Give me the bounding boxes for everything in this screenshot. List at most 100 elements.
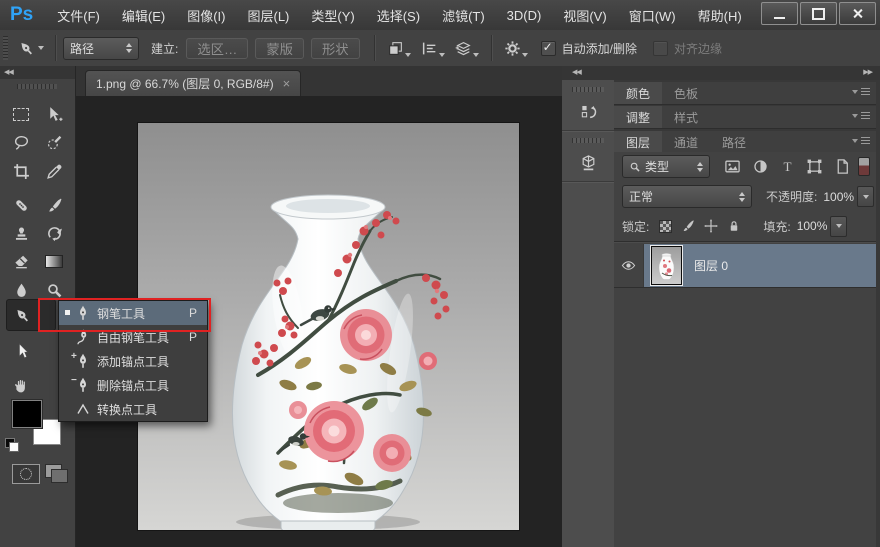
tab-styles[interactable]: 样式 [662, 106, 710, 128]
document-tab[interactable]: 1.png @ 66.7% (图层 0, RGB/8#) × [85, 70, 301, 96]
path-alignment-button[interactable] [421, 40, 445, 57]
spot-healing-brush-tool[interactable] [7, 193, 35, 217]
tab-close-icon[interactable]: × [283, 77, 291, 90]
expand-right-icon[interactable]: ▶▶ [863, 66, 872, 80]
dock-grip[interactable] [572, 138, 604, 143]
gradient-tool[interactable] [40, 249, 68, 273]
menu-help[interactable]: 帮助(H) [688, 2, 752, 29]
options-bar-grip[interactable] [3, 36, 8, 60]
crop-tool[interactable] [7, 159, 35, 183]
tab-color[interactable]: 颜色 [614, 82, 662, 104]
menu-select[interactable]: 选择(S) [367, 2, 430, 29]
eyedropper-icon [46, 163, 63, 180]
menu-edit[interactable]: 编辑(E) [112, 2, 175, 29]
default-colors-button[interactable] [5, 438, 19, 451]
layer-row[interactable]: 图层 0 [614, 244, 876, 287]
rectangular-marquee-tool[interactable] [7, 102, 35, 126]
move-tool[interactable] [40, 102, 68, 126]
type-layer-filter-icon[interactable]: T [780, 158, 795, 175]
panel-menu-icon[interactable] [852, 137, 870, 144]
path-operations-button[interactable] [387, 40, 411, 57]
shape-layer-filter-icon[interactable] [806, 158, 823, 175]
close-button[interactable] [839, 2, 876, 25]
quick-selection-tool[interactable] [40, 130, 68, 154]
auto-add-delete-checkbox[interactable] [541, 41, 556, 56]
quick-mask-mode-button[interactable] [12, 464, 40, 484]
photoshop-window: Ps 文件(F) 编辑(E) 图像(I) 图层(L) 类型(Y) 选择(S) 滤… [0, 0, 880, 547]
menu-type[interactable]: 类型(Y) [301, 2, 364, 29]
menu-filter[interactable]: 滤镜(T) [432, 2, 495, 29]
lock-paint-icon[interactable] [681, 219, 695, 233]
tab-adjustments[interactable]: 调整 [614, 106, 662, 128]
pixel-layer-filter-icon[interactable] [724, 158, 741, 175]
path-arrange-button[interactable] [455, 40, 479, 57]
tab-layers[interactable]: 图层 [614, 131, 662, 153]
direct-selection-tool[interactable] [7, 338, 35, 362]
blend-mode-dropdown[interactable]: 正常 [622, 185, 752, 208]
convert-point-icon [75, 401, 91, 417]
hand-tool[interactable] [7, 373, 35, 397]
menu-image[interactable]: 图像(I) [177, 2, 235, 29]
tab-paths[interactable]: 路径 [710, 131, 758, 153]
chevron-down-icon [473, 53, 479, 57]
make-shape-button[interactable]: 形状 [311, 38, 360, 59]
filter-toggle[interactable] [858, 157, 870, 176]
divider [614, 241, 876, 242]
smart-object-filter-icon[interactable] [834, 158, 851, 175]
tab-channels[interactable]: 通道 [662, 131, 710, 153]
history-panel-button[interactable] [562, 96, 614, 126]
opacity-dropdown-button[interactable] [857, 186, 874, 207]
layers-panel-body: 类型 T 正常 不透明度: 10 [614, 152, 876, 547]
menu-3d[interactable]: 3D(D) [497, 4, 552, 27]
clone-stamp-tool[interactable] [7, 221, 35, 245]
menu-layer[interactable]: 图层(L) [237, 2, 299, 29]
layer-visibility-cell[interactable] [614, 244, 644, 287]
lock-transparent-icon[interactable] [659, 220, 672, 233]
default-background-icon [9, 442, 19, 452]
photoshop-logo: Ps [10, 4, 33, 26]
filter-kind-dropdown[interactable]: 类型 [622, 155, 710, 178]
tab-swatches[interactable]: 色板 [662, 82, 710, 104]
history-brush-tool[interactable] [40, 221, 68, 245]
dock-grip[interactable] [572, 87, 604, 92]
menu-window[interactable]: 窗口(W) [619, 2, 686, 29]
pen-options-gear-button[interactable] [504, 40, 528, 57]
flyout-item-add-anchor-tool[interactable]: + 添加锚点工具 [59, 349, 207, 373]
layer-thumbnail-image [652, 247, 681, 284]
collapse-left-icon[interactable]: ◀◀ [572, 66, 581, 80]
screen-mode-button[interactable] [45, 464, 69, 482]
lock-position-icon[interactable] [704, 219, 718, 233]
eyedropper-tool[interactable] [40, 159, 68, 183]
brush-tool[interactable] [40, 193, 68, 217]
tool-preset-picker[interactable] [14, 38, 48, 59]
pick-tool-mode-dropdown[interactable]: 路径 [63, 37, 139, 60]
eraser-tool[interactable] [7, 249, 35, 273]
flyout-item-freeform-pen-tool[interactable]: 自由钢笔工具 P [59, 325, 207, 349]
adjustment-layer-filter-icon[interactable] [752, 158, 769, 175]
panel-menu-icon[interactable] [852, 88, 870, 95]
lock-all-icon[interactable] [727, 219, 741, 233]
foreground-color-swatch[interactable] [12, 400, 42, 428]
menu-view[interactable]: 视图(V) [553, 2, 616, 29]
fill-dropdown-button[interactable] [830, 216, 847, 237]
flyout-item-shortcut: P [189, 306, 197, 320]
maximize-button[interactable] [800, 2, 837, 25]
align-edges-checkbox[interactable] [653, 41, 668, 56]
make-selection-button[interactable]: 选区… [186, 38, 248, 59]
panel-menu-icon[interactable] [852, 112, 870, 119]
lasso-tool[interactable] [7, 130, 35, 154]
layer-thumbnail[interactable] [652, 247, 681, 284]
updown-arrows-icon [126, 43, 132, 53]
tools-panel-collapse[interactable]: ◀◀ [0, 66, 75, 79]
minimize-button[interactable] [761, 2, 798, 25]
make-mask-button[interactable]: 蒙版 [255, 38, 304, 59]
flyout-item-delete-anchor-tool[interactable]: − 删除锚点工具 [59, 373, 207, 397]
flyout-item-convert-point-tool[interactable]: 转换点工具 [59, 397, 207, 421]
direct-selection-icon [13, 342, 30, 359]
flyout-item-pen-tool[interactable]: 钢笔工具 P [59, 301, 207, 325]
pen-tool[interactable] [6, 299, 56, 331]
blend-mode-value: 正常 [629, 188, 653, 205]
3d-panel-button[interactable] [562, 147, 614, 177]
menu-file[interactable]: 文件(F) [47, 2, 110, 29]
tools-panel-grip[interactable] [17, 84, 57, 89]
